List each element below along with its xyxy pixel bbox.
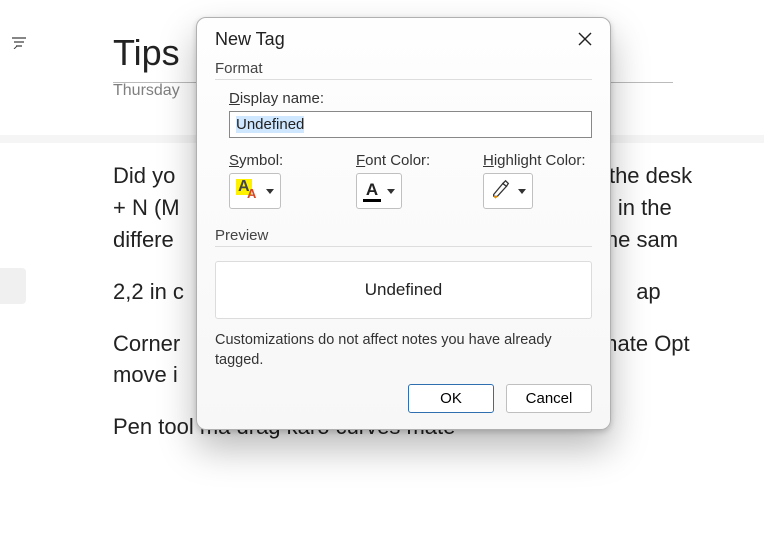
format-section-label: Format (215, 60, 592, 80)
tag-symbol-icon: AA (236, 181, 260, 201)
new-tag-dialog: New Tag Format Display name: Undefined S… (196, 17, 611, 430)
sidebar-collapsed-tab[interactable] (0, 268, 26, 304)
cancel-button[interactable]: Cancel (506, 384, 592, 413)
font-color-icon: A (363, 181, 381, 202)
font-color-label: Font Color: (356, 152, 465, 169)
close-button[interactable] (574, 28, 596, 50)
highlight-color-dropdown[interactable] (483, 173, 533, 209)
chevron-down-icon (518, 189, 526, 194)
symbol-dropdown[interactable]: AA (229, 173, 281, 209)
chevron-down-icon (266, 189, 274, 194)
preview-box: Undefined (215, 261, 592, 319)
filter-icon[interactable] (12, 36, 26, 54)
symbol-label: Symbol: (229, 152, 338, 169)
dialog-title: New Tag (215, 29, 285, 50)
display-name-input[interactable]: Undefined (229, 111, 592, 138)
page-date: Thursday (113, 82, 180, 100)
ok-button[interactable]: OK (408, 384, 494, 413)
font-color-dropdown[interactable]: A (356, 173, 402, 209)
customization-note: Customizations do not affect notes you h… (215, 331, 592, 370)
preview-text: Undefined (365, 280, 443, 299)
highlighter-icon (490, 178, 512, 204)
highlight-color-label: Highlight Color: (483, 152, 592, 169)
chevron-down-icon (387, 189, 395, 194)
close-icon (578, 32, 592, 46)
dialog-titlebar: New Tag (197, 18, 610, 56)
preview-section-label: Preview (215, 227, 592, 247)
display-name-value: Undefined (236, 116, 304, 133)
display-name-label: Display name: (229, 90, 592, 107)
